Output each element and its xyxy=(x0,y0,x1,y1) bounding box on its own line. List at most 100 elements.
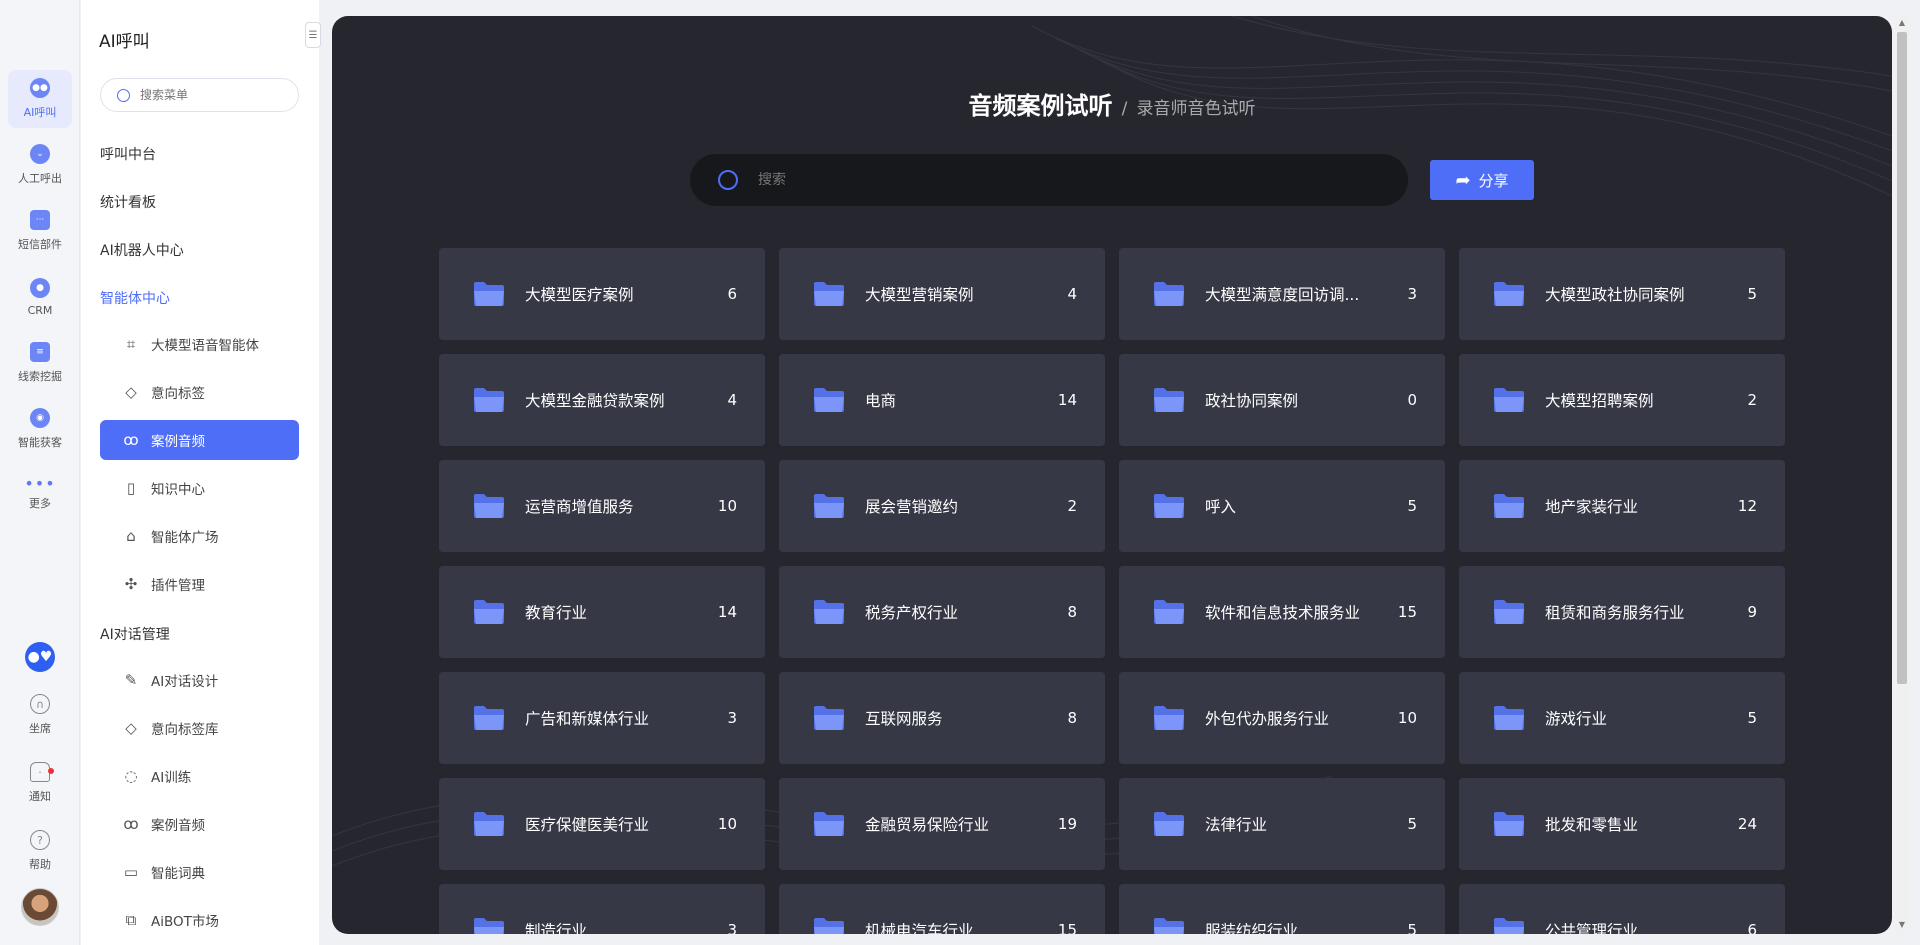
folder-icon xyxy=(474,388,504,412)
scrollbar-thumb[interactable] xyxy=(1897,32,1907,684)
menu-item-case-audio-2[interactable]: ꝏ 案例音频 xyxy=(100,804,299,844)
menu-item-llm-voice-agent[interactable]: ⌗ 大模型语音智能体 xyxy=(100,324,299,364)
menu-item-smart-dictionary[interactable]: ▭ 智能词典 xyxy=(100,852,299,892)
menu-item-agent-plaza[interactable]: ⌂ 智能体广场 xyxy=(100,516,299,556)
menu-group-agent-center[interactable]: 智能体中心 xyxy=(100,288,170,308)
case-folder-card[interactable]: 机械电汽车行业 15 xyxy=(779,884,1105,934)
case-folder-card[interactable]: 大模型招聘案例 2 xyxy=(1459,354,1785,446)
menu-group-dialog-mgmt[interactable]: AI对话管理 xyxy=(100,624,170,644)
case-folder-name: 大模型政社协同案例 xyxy=(1545,286,1685,304)
menu-group-stats[interactable]: 统计看板 xyxy=(100,192,156,212)
case-folder-card[interactable]: 展会营销邀约 2 xyxy=(779,460,1105,552)
case-folder-card[interactable]: 大模型医疗案例 6 xyxy=(439,248,765,340)
rail-item-label: AI呼叫 xyxy=(23,106,57,119)
share-button[interactable]: ➦ 分享 xyxy=(1430,160,1534,200)
case-folder-card[interactable]: 政社协同案例 0 xyxy=(1119,354,1445,446)
scroll-up-arrow-icon[interactable]: ▲ xyxy=(1897,18,1907,28)
menu-item-ai-training[interactable]: ◌ AI训练 xyxy=(100,756,299,796)
case-folder-card[interactable]: 法律行业 5 xyxy=(1119,778,1445,870)
case-folder-card[interactable]: 金融贸易保险行业 19 xyxy=(779,778,1105,870)
case-folder-card[interactable]: 游戏行业 5 xyxy=(1459,672,1785,764)
case-folder-name: 医疗保健医美行业 xyxy=(525,816,650,834)
case-folder-card[interactable]: 教育行业 14 xyxy=(439,566,765,658)
case-folder-card[interactable]: 软件和信息技术服务业 15 xyxy=(1119,566,1445,658)
case-folder-count: 15 xyxy=(1057,921,1077,934)
case-folder-count: 10 xyxy=(1397,709,1417,727)
folder-icon xyxy=(814,282,844,306)
smart-acquire-icon: ◉ xyxy=(30,408,50,428)
case-folder-count: 3 xyxy=(727,709,737,727)
case-folder-card[interactable]: 税务产权行业 8 xyxy=(779,566,1105,658)
rail-item-more[interactable]: ••• 更多 xyxy=(8,466,72,524)
case-folder-count: 5 xyxy=(1407,497,1417,515)
case-folder-card[interactable]: 电商 14 xyxy=(779,354,1105,446)
rail-item-lead-mining[interactable]: ≡ 线索挖掘 xyxy=(8,334,72,392)
menu-item-plugin-mgmt[interactable]: ✣ 插件管理 xyxy=(100,564,299,604)
assistant-logo-icon[interactable]: ●♥ xyxy=(25,642,55,672)
rail-item-help[interactable]: ? 帮助 xyxy=(8,822,72,880)
menu-item-knowledge-center[interactable]: ▯ 知识中心 xyxy=(100,468,299,508)
page-title: 音频案例试听 xyxy=(968,92,1113,120)
case-search-box[interactable] xyxy=(690,154,1408,206)
folder-icon xyxy=(814,812,844,836)
tag-icon: ◇ xyxy=(125,719,137,737)
collapse-sidebar-icon[interactable]: ☰ xyxy=(305,22,321,48)
case-folder-card[interactable]: 公共管理行业 6 xyxy=(1459,884,1785,934)
case-folder-card[interactable]: 广告和新媒体行业 3 xyxy=(439,672,765,764)
case-folder-card[interactable]: 批发和零售业 24 xyxy=(1459,778,1785,870)
folder-icon xyxy=(1494,494,1524,518)
case-folder-count: 12 xyxy=(1737,497,1757,515)
folder-icon xyxy=(814,918,844,934)
case-folder-card[interactable]: 外包代办服务行业 10 xyxy=(1119,672,1445,764)
case-folder-card[interactable]: 呼入 5 xyxy=(1119,460,1445,552)
menu-group-call-center[interactable]: 呼叫中台 xyxy=(100,144,156,164)
case-search-input[interactable] xyxy=(758,172,1358,188)
menu-search-box[interactable] xyxy=(100,78,299,112)
case-folder-count: 9 xyxy=(1747,603,1757,621)
rail-item-smart-acquire[interactable]: ◉ 智能获客 xyxy=(8,400,72,458)
menu-item-case-audio[interactable]: ꝏ 案例音频 xyxy=(100,420,299,460)
menu-group-robot-center[interactable]: AI机器人中心 xyxy=(100,240,184,260)
case-folder-card[interactable]: 医疗保健医美行业 10 xyxy=(439,778,765,870)
page-subtitle-link[interactable]: 录音师音色试听 xyxy=(1136,99,1255,119)
rail-item-label: 帮助 xyxy=(29,858,51,871)
avatar[interactable] xyxy=(21,888,59,926)
folder-icon xyxy=(1154,706,1184,730)
case-folder-name: 制造行业 xyxy=(525,922,588,934)
case-folder-card[interactable]: 大模型政社协同案例 5 xyxy=(1459,248,1785,340)
folder-icon xyxy=(814,600,844,624)
case-folder-card[interactable]: 租赁和商务服务行业 9 xyxy=(1459,566,1785,658)
rail-item-ai-call[interactable]: ●● AI呼叫 xyxy=(8,70,72,128)
case-folder-card[interactable]: 地产家装行业 12 xyxy=(1459,460,1785,552)
rail-item-notify[interactable]: · 通知 xyxy=(8,754,72,812)
case-folder-count: 6 xyxy=(727,285,737,303)
menu-item-label: 智能体广场 xyxy=(151,530,219,546)
menu-item-dialog-design[interactable]: ✎ AI对话设计 xyxy=(100,660,299,700)
menu-item-label: 插件管理 xyxy=(151,578,205,594)
case-folder-card[interactable]: 运营商增值服务 10 xyxy=(439,460,765,552)
rail-item-manual-call[interactable]: ⌄ 人工呼出 xyxy=(8,136,72,194)
case-folder-card[interactable]: 大模型金融贷款案例 4 xyxy=(439,354,765,446)
menu-item-intent-tag-library[interactable]: ◇ 意向标签库 xyxy=(100,708,299,748)
case-folder-name: 机械电汽车行业 xyxy=(865,922,974,934)
folder-icon xyxy=(474,812,504,836)
rail-item-seat[interactable]: ∩ 坐席 xyxy=(8,686,72,744)
menu-item-intent-tags[interactable]: ◇ 意向标签 xyxy=(100,372,299,412)
rail-item-sms[interactable]: ··· 短信部件 xyxy=(8,202,72,260)
case-folder-card[interactable]: 大模型营销案例 4 xyxy=(779,248,1105,340)
case-folder-card[interactable]: 互联网服务 8 xyxy=(779,672,1105,764)
folder-icon xyxy=(1494,600,1524,624)
rail-item-label: 通知 xyxy=(29,790,51,803)
case-folder-card[interactable]: 服装纺织行业 5 xyxy=(1119,884,1445,934)
folder-icon xyxy=(474,282,504,306)
case-folder-card[interactable]: 大模型满意度回访调... 3 xyxy=(1119,248,1445,340)
rail-item-crm[interactable]: ● CRM xyxy=(8,268,72,326)
scroll-down-arrow-icon[interactable]: ▼ xyxy=(1897,920,1907,930)
case-folder-card[interactable]: 制造行业 3 xyxy=(439,884,765,934)
sidebar-title: AI呼叫 xyxy=(99,32,150,52)
menu-search-input[interactable] xyxy=(140,88,280,102)
menu-item-aibot-market[interactable]: ⧉ AiBOT市场 xyxy=(100,900,299,940)
headset-icon: ∩ xyxy=(30,694,50,714)
folder-icon xyxy=(474,918,504,934)
case-folder-count: 4 xyxy=(727,391,737,409)
